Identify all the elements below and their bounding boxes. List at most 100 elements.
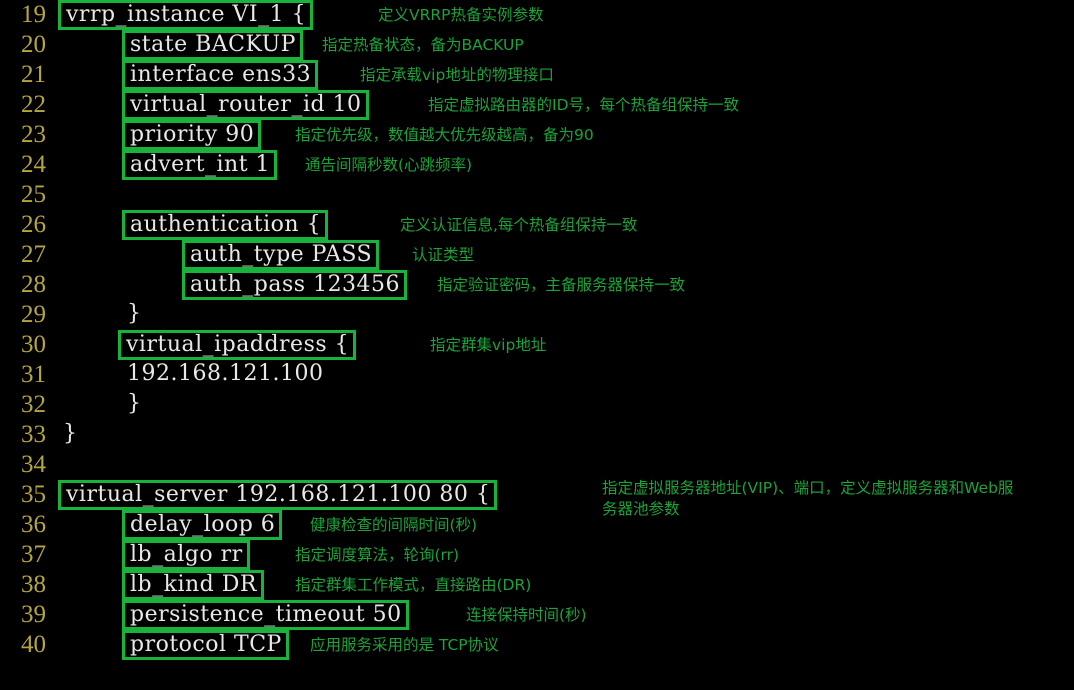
code-text[interactable]: persistence_timeout 50 bbox=[122, 600, 409, 630]
code-text[interactable]: } bbox=[58, 420, 78, 450]
highlight-box: virtual_ipaddress { bbox=[118, 330, 357, 360]
line-number: 40 bbox=[21, 631, 46, 658]
line-number: 34 bbox=[21, 451, 46, 478]
annotation-note: 指定热备状态，备为BACKUP bbox=[322, 36, 524, 54]
code-line[interactable]: 20 state BACKUP 指定热备状态，备为BACKUP bbox=[0, 30, 1074, 60]
code-line[interactable]: 31 192.168.121.100 bbox=[0, 360, 1074, 390]
highlight-box: vrrp_instance VI_1 { bbox=[58, 0, 314, 30]
line-number: 22 bbox=[21, 91, 46, 118]
code-text[interactable]: lb_algo rr bbox=[122, 540, 250, 570]
code-text[interactable]: auth_pass 123456 bbox=[182, 270, 408, 300]
line-number: 36 bbox=[21, 511, 46, 538]
highlight-box: advert_int 1 bbox=[122, 150, 278, 180]
code-line[interactable]: 23 priority 90 指定优先级，数值越大优先级越高，备为90 bbox=[0, 120, 1074, 150]
code-line[interactable]: 37 lb_algo rr 指定调度算法，轮询(rr) bbox=[0, 540, 1074, 570]
code-text[interactable]: vrrp_instance VI_1 { bbox=[58, 0, 314, 30]
annotation-note: 定义认证信息,每个热备组保持一致 bbox=[400, 216, 638, 234]
code-text[interactable]: delay_loop 6 bbox=[122, 510, 283, 540]
code-line[interactable]: 30 virtual_ipaddress { 指定群集vip地址 bbox=[0, 330, 1074, 360]
code-text[interactable]: } bbox=[122, 300, 142, 330]
code-line[interactable]: 40 protocol TCP 应用服务采用的是 TCP协议 bbox=[0, 630, 1074, 660]
line-number: 24 bbox=[21, 151, 46, 178]
annotation-note: 连接保持时间(秒) bbox=[466, 606, 587, 624]
code-line[interactable]: 24 advert_int 1 通告间隔秒数(心跳频率) bbox=[0, 150, 1074, 180]
code-text[interactable]: 192.168.121.100 bbox=[122, 360, 323, 390]
code-line[interactable]: 29} bbox=[0, 300, 1074, 330]
annotation-note: 指定虚拟路由器的ID号，每个热备组保持一致 bbox=[428, 96, 740, 114]
annotation-note: 认证类型 bbox=[412, 246, 475, 264]
annotation-note: 健康检查的间隔时间(秒) bbox=[310, 516, 478, 534]
line-number: 31 bbox=[21, 361, 46, 388]
highlight-box: authentication { bbox=[122, 210, 329, 240]
code-line[interactable]: 19 vrrp_instance VI_1 { 定义VRRP热备实例参数 bbox=[0, 0, 1074, 30]
code-line[interactable]: 34 bbox=[0, 450, 1074, 480]
code-text[interactable]: lb_kind DR bbox=[122, 570, 264, 600]
code-line[interactable]: 35 virtual_server 192.168.121.100 80 {指定虚… bbox=[0, 479, 1074, 518]
code-line[interactable]: 39 persistence_timeout 50 连接保持时间(秒) bbox=[0, 600, 1074, 630]
highlight-box: lb_kind DR bbox=[122, 570, 264, 600]
code-token: } bbox=[63, 421, 78, 446]
code-text[interactable]: protocol TCP bbox=[122, 630, 289, 660]
line-number: 30 bbox=[21, 331, 46, 358]
code-line[interactable]: 25 bbox=[0, 180, 1074, 210]
code-line[interactable]: 38 lb_kind DR 指定群集工作模式，直接路由(DR) bbox=[0, 570, 1074, 600]
line-number: 29 bbox=[21, 301, 46, 328]
code-line[interactable]: 36 delay_loop 6 健康检查的间隔时间(秒) bbox=[0, 510, 1074, 540]
annotation-note: 应用服务采用的是 TCP协议 bbox=[310, 636, 499, 654]
code-editor-viewport[interactable]: 19 vrrp_instance VI_1 { 定义VRRP热备实例参数 20 stat… bbox=[0, 0, 1074, 690]
code-token: 192.168.121.100 bbox=[127, 361, 324, 386]
code-line[interactable]: 22 virtual_router_id 10 指定虚拟路由器的ID号，每个热备组保… bbox=[0, 90, 1074, 120]
annotation-note: 定义VRRP热备实例参数 bbox=[378, 6, 544, 24]
line-number: 27 bbox=[21, 241, 46, 268]
annotation-note: 通告间隔秒数(心跳频率) bbox=[305, 156, 473, 174]
code-line[interactable]: 33} bbox=[0, 420, 1074, 450]
code-text[interactable]: state BACKUP bbox=[122, 30, 303, 60]
code-line[interactable]: 21 interface ens33 指定承载vip地址的物理接口 bbox=[0, 60, 1074, 90]
annotation-note: 指定验证密码，主备服务器保持一致 bbox=[437, 276, 686, 294]
line-number: 35 bbox=[21, 481, 46, 508]
line-number: 37 bbox=[21, 541, 46, 568]
line-number: 33 bbox=[21, 421, 46, 448]
highlight-box: interface ens33 bbox=[122, 60, 319, 90]
code-text[interactable]: virtual_ipaddress { bbox=[118, 330, 357, 360]
line-number: 39 bbox=[21, 601, 46, 628]
highlight-box: auth_pass 123456 bbox=[182, 270, 408, 300]
line-number: 25 bbox=[21, 181, 46, 208]
code-token: } bbox=[127, 391, 142, 416]
highlight-box: persistence_timeout 50 bbox=[122, 600, 409, 630]
line-number: 23 bbox=[21, 121, 46, 148]
code-token: } bbox=[127, 301, 142, 326]
code-text[interactable]: auth_type PASS bbox=[182, 240, 380, 270]
line-number: 26 bbox=[21, 211, 46, 238]
code-text[interactable]: priority 90 bbox=[122, 120, 262, 150]
code-line[interactable]: 26 authentication { 定义认证信息,每个热备组保持一致 bbox=[0, 210, 1074, 240]
code-text[interactable]: virtual_server 192.168.121.100 80 { bbox=[58, 480, 498, 510]
highlight-box: lb_algo rr bbox=[122, 540, 250, 570]
code-text[interactable]: advert_int 1 bbox=[122, 150, 278, 180]
code-line[interactable]: 27 auth_type PASS 认证类型 bbox=[0, 240, 1074, 270]
highlight-box: virtual_server 192.168.121.100 80 { bbox=[58, 480, 498, 510]
highlight-box: delay_loop 6 bbox=[122, 510, 283, 540]
code-text[interactable]: authentication { bbox=[122, 210, 329, 240]
line-number: 32 bbox=[21, 391, 46, 418]
highlight-box: protocol TCP bbox=[122, 630, 289, 660]
annotation-note: 指定群集vip地址 bbox=[430, 336, 547, 354]
highlight-box: priority 90 bbox=[122, 120, 262, 150]
code-text[interactable]: interface ens33 bbox=[122, 60, 319, 90]
code-line[interactable]: 32} bbox=[0, 390, 1074, 420]
annotation-note: 指定优先级，数值越大优先级越高，备为90 bbox=[295, 126, 594, 144]
highlight-box: auth_type PASS bbox=[182, 240, 380, 270]
line-number: 38 bbox=[21, 571, 46, 598]
line-number: 21 bbox=[21, 61, 46, 88]
annotation-note: 指定群集工作模式，直接路由(DR) bbox=[295, 576, 532, 594]
highlight-box: state BACKUP bbox=[122, 30, 303, 60]
code-line[interactable]: 28 auth_pass 123456 指定验证密码，主备服务器保持一致 bbox=[0, 270, 1074, 300]
annotation-note: 指定调度算法，轮询(rr) bbox=[295, 546, 460, 564]
highlight-box: virtual_router_id 10 bbox=[122, 90, 369, 120]
line-number: 20 bbox=[21, 31, 46, 58]
line-number: 28 bbox=[21, 271, 46, 298]
code-text[interactable]: virtual_router_id 10 bbox=[122, 90, 369, 120]
line-number: 19 bbox=[21, 1, 46, 28]
code-text[interactable]: } bbox=[122, 390, 142, 420]
annotation-note: 指定承载vip地址的物理接口 bbox=[360, 66, 554, 84]
